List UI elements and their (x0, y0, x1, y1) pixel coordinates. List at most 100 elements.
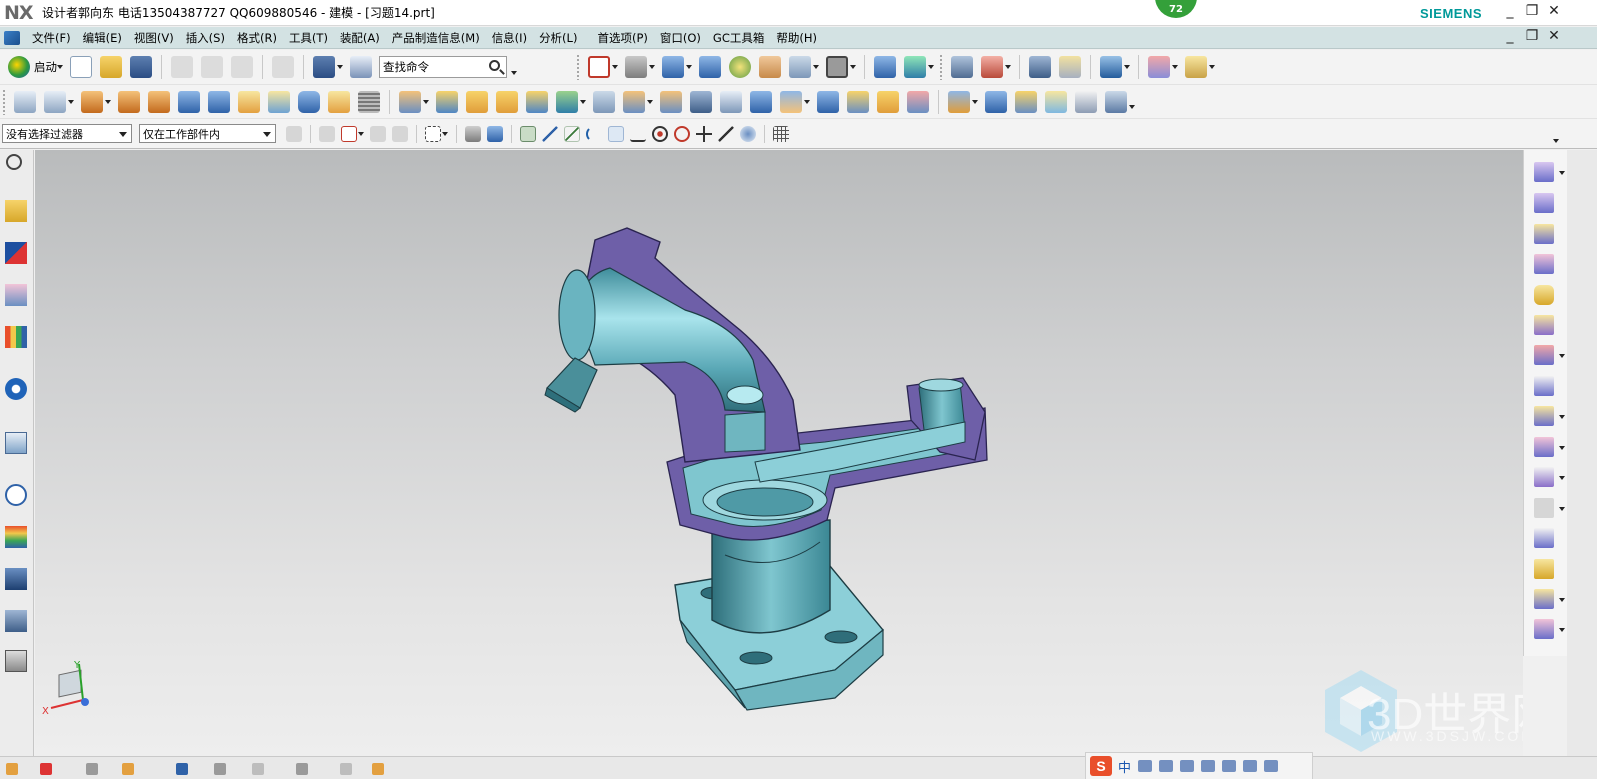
background-dropdown-icon[interactable] (850, 65, 856, 69)
toolbar-options-icon[interactable] (1553, 139, 1559, 143)
orient-dropdown-icon[interactable] (686, 65, 692, 69)
pull-face-icon[interactable] (1015, 90, 1037, 113)
cylinder-icon[interactable] (298, 90, 320, 113)
curve-rule-icon[interactable] (341, 125, 357, 142)
taskbar-icon-6[interactable] (214, 763, 226, 775)
menu-tools[interactable]: 工具(T) (283, 30, 334, 46)
information-icon[interactable] (350, 56, 372, 78)
background-icon[interactable] (826, 56, 848, 78)
sync-move-face-icon[interactable] (1534, 162, 1554, 182)
sweep-icon[interactable] (148, 90, 170, 113)
general-selection-icon[interactable] (286, 125, 302, 142)
part-model[interactable]: Y X (35, 150, 1523, 756)
menu-preferences[interactable]: 首选项(P) (591, 30, 653, 46)
chamfer-icon[interactable] (750, 90, 772, 113)
control-point-icon[interactable] (586, 125, 602, 142)
menu-window[interactable]: 窗口(O) (654, 30, 707, 46)
select-window-icon[interactable] (425, 125, 441, 142)
reuse-library-icon[interactable] (5, 326, 27, 348)
save-icon[interactable] (130, 56, 152, 78)
menu-gc-toolkit[interactable]: GC工具箱 (707, 30, 770, 46)
system-material-icon[interactable] (5, 568, 27, 590)
face-blend-icon[interactable] (780, 90, 802, 113)
window-close-button[interactable]: ✕ (1544, 3, 1564, 19)
group-face-dropdown-icon[interactable] (1559, 446, 1565, 450)
start-dropdown-icon[interactable] (57, 65, 63, 69)
measure-dropdown-icon[interactable] (1172, 65, 1178, 69)
sync-copy-face-icon[interactable] (1534, 406, 1554, 426)
edit-section-icon[interactable] (759, 56, 781, 78)
end-point-icon[interactable] (542, 125, 558, 142)
select-body-icon[interactable] (487, 125, 503, 142)
sync-shell-body-icon[interactable] (1534, 467, 1554, 487)
orient-view-icon[interactable] (662, 56, 684, 78)
boss-icon[interactable] (208, 90, 230, 113)
ime-mode-toggle[interactable]: 中 (1118, 757, 1131, 776)
save-dropdown-icon[interactable] (337, 65, 343, 69)
datum-plane-icon[interactable] (44, 90, 66, 113)
move-face-dropdown-icon[interactable] (1559, 171, 1565, 175)
pattern-face-icon[interactable] (496, 90, 518, 113)
taskbar-icon-7[interactable] (252, 763, 264, 775)
ime-voice-icon[interactable] (1180, 760, 1195, 772)
notch-dropdown-icon[interactable] (1559, 507, 1565, 511)
part-navigator-icon[interactable] (5, 284, 27, 306)
gear-icon[interactable] (6, 154, 22, 170)
optimize-dropdown-icon[interactable] (1559, 628, 1565, 632)
sync-offset-region-icon[interactable] (1534, 224, 1554, 244)
revolve-icon[interactable] (118, 90, 140, 113)
groove-icon[interactable] (907, 90, 929, 113)
wcs-icon[interactable] (874, 56, 896, 78)
shapes-dropdown-icon[interactable] (580, 99, 586, 104)
sync-pull-face-icon[interactable] (1534, 193, 1554, 213)
menu-file[interactable]: 文件(F) (26, 30, 77, 46)
ime-emoji-icon[interactable] (1159, 760, 1174, 772)
boolean-dropdown-icon[interactable] (423, 99, 429, 104)
sync-reorder-icon[interactable] (1534, 589, 1554, 609)
tube-icon[interactable] (877, 90, 899, 113)
mid-point-icon[interactable] (564, 125, 580, 142)
sync-replace-face-icon[interactable] (1534, 254, 1554, 274)
web-browser-icon[interactable] (5, 378, 27, 400)
sync-delete-face-icon[interactable] (1534, 376, 1554, 396)
shaded-icon[interactable] (625, 56, 647, 78)
object-display-icon[interactable] (1029, 56, 1051, 78)
curve-rule-dropdown-icon[interactable] (358, 131, 364, 136)
taskbar-icon-4[interactable] (122, 763, 134, 775)
sketch-icon[interactable] (14, 90, 36, 113)
app-menu-icon[interactable] (4, 30, 20, 45)
constraint-navigator-icon[interactable] (5, 242, 27, 264)
detail-dropdown-icon[interactable] (972, 99, 978, 104)
hide-icon[interactable] (1059, 56, 1081, 78)
enable-snap-icon[interactable] (520, 125, 536, 142)
show-hide-dropdown-icon[interactable] (1124, 65, 1130, 69)
select-solid-icon[interactable] (465, 125, 481, 142)
menu-pmi[interactable]: 产品制造信息(M) (386, 30, 486, 46)
ime-tools-icon[interactable] (1243, 760, 1258, 772)
trimetric-icon[interactable] (699, 56, 721, 78)
sync-resize-chamfer-icon[interactable] (1534, 315, 1554, 335)
follow-fillet-icon[interactable] (392, 125, 408, 142)
blend-dropdown-icon[interactable] (804, 99, 810, 104)
open-icon[interactable] (100, 56, 122, 78)
measure-distance-icon[interactable] (1148, 56, 1170, 78)
replace-face-icon[interactable] (1045, 90, 1067, 113)
move-face-icon[interactable] (985, 90, 1007, 113)
csys-icon[interactable] (981, 56, 1003, 78)
layer-settings-icon[interactable] (951, 56, 973, 78)
command-finder-input[interactable]: 查找命令 (379, 56, 507, 78)
csys-dropdown-icon[interactable] (1005, 65, 1011, 69)
fit-dropdown-icon[interactable] (612, 65, 618, 69)
block-icon[interactable] (178, 90, 200, 113)
ime-punctuation-icon[interactable] (1138, 760, 1153, 772)
mirror-icon[interactable] (526, 90, 548, 113)
circle-center-icon[interactable] (652, 125, 668, 142)
history-icon[interactable] (5, 432, 27, 454)
shapes-icon[interactable] (556, 90, 578, 113)
menu-insert[interactable]: 插入(S) (180, 30, 231, 46)
copy-icon[interactable] (201, 56, 223, 78)
stop-at-intersection-icon[interactable] (370, 125, 386, 142)
taskbar-icon-1[interactable] (6, 763, 18, 775)
split-body-icon[interactable] (593, 90, 615, 113)
ime-keyboard-icon[interactable] (1201, 760, 1216, 772)
